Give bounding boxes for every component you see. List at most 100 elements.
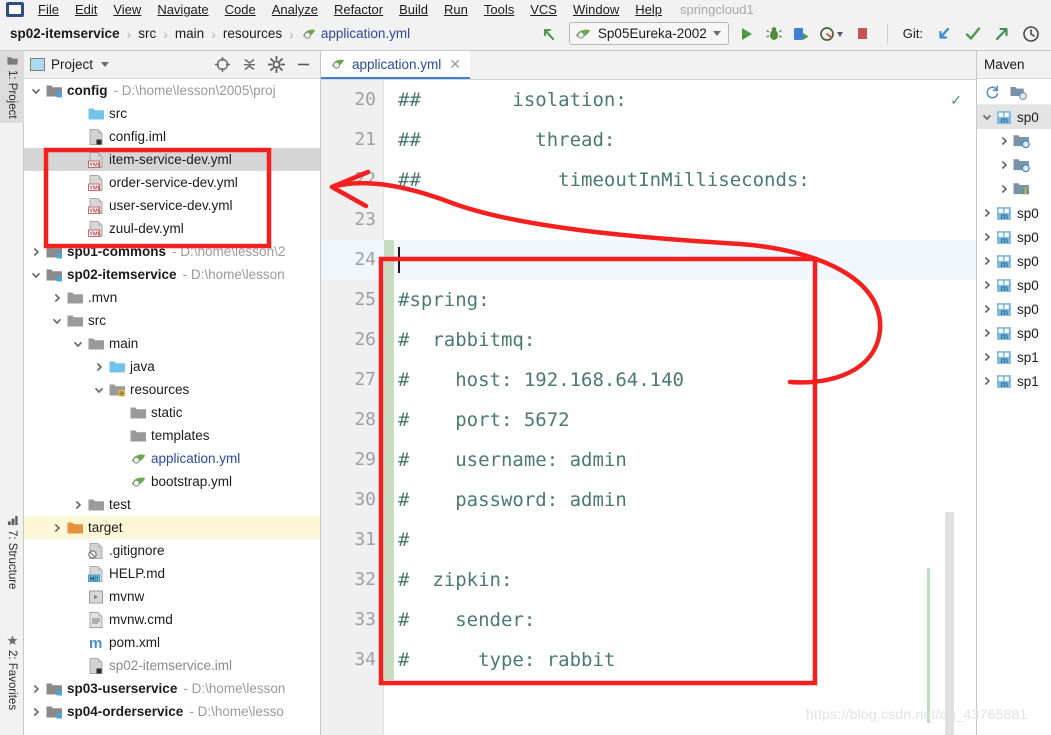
maven-tree-row[interactable]: m sp1	[977, 369, 1051, 393]
chevron-down-icon[interactable]	[30, 269, 42, 281]
menu-item-vcs[interactable]: VCS	[522, 2, 565, 17]
maven-tree-row[interactable]: m sp0	[977, 225, 1051, 249]
breadcrumb-item-module[interactable]: sp02-itemservice	[10, 26, 120, 41]
play-icon[interactable]	[738, 25, 756, 43]
chevron-right-icon[interactable]	[93, 361, 105, 373]
chevron-right-icon[interactable]	[981, 231, 993, 243]
chevron-down-icon[interactable]	[51, 315, 63, 327]
chevron-down-icon[interactable]	[72, 338, 84, 350]
menu-item-edit[interactable]: Edit	[67, 2, 105, 17]
gear-icon[interactable]	[268, 56, 285, 73]
run-configuration-selector[interactable]: Sp05Eureka-2002	[568, 22, 729, 45]
maven-tree-row[interactable]	[977, 153, 1051, 177]
chevron-right-icon[interactable]	[51, 522, 63, 534]
tree-row[interactable]: .mvn	[24, 286, 320, 309]
chevron-right-icon[interactable]	[981, 375, 993, 387]
profiler-icon[interactable]	[819, 25, 845, 43]
tree-row[interactable]: test	[24, 493, 320, 516]
menu-item-help[interactable]: Help	[627, 2, 670, 17]
chevron-right-icon[interactable]	[30, 706, 42, 718]
maven-tree-row[interactable]: m sp0	[977, 201, 1051, 225]
chevron-right-icon[interactable]	[51, 292, 63, 304]
back-arrow-icon[interactable]	[538, 23, 560, 45]
menu-item-code[interactable]: Code	[217, 2, 264, 17]
tree-row[interactable]: config - D:\home\lesson\2005\proj	[24, 79, 320, 102]
tree-row[interactable]: mvnw.cmd	[24, 608, 320, 631]
tree-row[interactable]: java	[24, 355, 320, 378]
breadcrumb-item-main[interactable]: main	[175, 26, 204, 41]
tree-row[interactable]: sp03-userservice - D:\home\lesson	[24, 677, 320, 700]
chevron-right-icon[interactable]	[981, 207, 993, 219]
maven-tree-row[interactable]: m sp0	[977, 321, 1051, 345]
breadcrumb-item-src[interactable]: src	[138, 26, 156, 41]
tree-row[interactable]: MD HELP.md	[24, 562, 320, 585]
coverage-icon[interactable]	[792, 25, 810, 43]
add-folder-icon[interactable]	[1010, 84, 1027, 100]
tree-row[interactable]: sp04-orderservice - D:\home\lesso	[24, 700, 320, 723]
tree-row[interactable]: mvnw	[24, 585, 320, 608]
menu-item-file[interactable]: File	[30, 2, 67, 17]
tree-row[interactable]: application.yml	[24, 447, 320, 470]
menu-item-build[interactable]: Build	[391, 2, 436, 17]
code-line[interactable]: # sender:	[384, 600, 976, 640]
code-text[interactable]: ## isolation: ## thread: ## timeoutInMilli…	[384, 80, 976, 735]
maven-tree-row[interactable]: m sp0	[977, 297, 1051, 321]
tree-row[interactable]: target	[24, 516, 320, 539]
chevron-down-icon[interactable]	[981, 111, 993, 123]
menu-item-tools[interactable]: Tools	[476, 2, 522, 17]
code-line[interactable]: # host: 192.168.64.140	[384, 360, 976, 400]
collapse-all-icon[interactable]	[241, 56, 258, 73]
chevron-down-icon[interactable]	[30, 85, 42, 97]
code-line[interactable]: # port: 5672	[384, 400, 976, 440]
code-line[interactable]: # username: admin	[384, 440, 976, 480]
maven-tree-row[interactable]: m sp1	[977, 345, 1051, 369]
git-update-icon[interactable]	[934, 24, 954, 44]
chevron-right-icon[interactable]	[981, 303, 993, 315]
bug-icon[interactable]	[765, 25, 783, 43]
target-icon[interactable]	[214, 56, 231, 73]
chevron-right-icon[interactable]	[981, 255, 993, 267]
tree-row[interactable]: main	[24, 332, 320, 355]
maven-tree-row[interactable]	[977, 177, 1051, 201]
git-commit-icon[interactable]	[963, 24, 983, 44]
tree-row[interactable]: config.iml	[24, 125, 320, 148]
chevron-right-icon[interactable]	[998, 135, 1010, 147]
breadcrumb-item-resources[interactable]: resources	[223, 26, 282, 41]
maven-tree-row[interactable]	[977, 129, 1051, 153]
menu-item-run[interactable]: Run	[436, 2, 476, 17]
code-line[interactable]: # zipkin:	[384, 560, 976, 600]
tree-row[interactable]: static	[24, 401, 320, 424]
close-icon[interactable]: ✕	[449, 56, 461, 73]
chevron-right-icon[interactable]	[30, 683, 42, 695]
tree-row[interactable]: YML order-service-dev.yml	[24, 171, 320, 194]
code-line[interactable]: # type: rabbit	[384, 640, 976, 680]
tree-row[interactable]: resources	[24, 378, 320, 401]
code-line[interactable]: ## timeoutInMilliseconds:	[384, 160, 976, 200]
chevron-right-icon[interactable]	[981, 279, 993, 291]
editor-scrollbar-thumb[interactable]	[945, 512, 954, 735]
tool-window-tab-favorites[interactable]: 2: Favorites	[0, 631, 24, 714]
tree-row[interactable]: YML zuul-dev.yml	[24, 217, 320, 240]
menu-item-refactor[interactable]: Refactor	[326, 2, 391, 17]
tree-row[interactable]: bootstrap.yml	[24, 470, 320, 493]
tree-row[interactable]: templates	[24, 424, 320, 447]
minimize-icon[interactable]	[295, 56, 312, 73]
chevron-right-icon[interactable]	[981, 327, 993, 339]
code-line[interactable]: ## isolation:	[384, 80, 976, 120]
code-line[interactable]: #	[384, 520, 976, 560]
code-editor[interactable]: 20 21 22 23 24 25 26 27 28 29 30 31 32 33 34 ## isolat…	[321, 80, 976, 735]
tree-row[interactable]: m pom.xml	[24, 631, 320, 654]
tree-row[interactable]: sp02-itemservice.iml	[24, 654, 320, 677]
menu-item-view[interactable]: View	[105, 2, 149, 17]
code-line[interactable]: # rabbitmq:	[384, 320, 976, 360]
code-line[interactable]	[384, 240, 976, 280]
inspection-ok-icon[interactable]: ✓	[950, 92, 962, 109]
chevron-down-icon[interactable]	[101, 62, 110, 67]
stop-icon[interactable]	[854, 25, 872, 43]
tree-row[interactable]: .gitignore	[24, 539, 320, 562]
chevron-down-icon[interactable]	[93, 384, 105, 396]
maven-tree-row[interactable]: m sp0	[977, 249, 1051, 273]
refresh-icon[interactable]	[984, 84, 1000, 100]
chevron-right-icon[interactable]	[72, 499, 84, 511]
tree-row[interactable]: src	[24, 309, 320, 332]
